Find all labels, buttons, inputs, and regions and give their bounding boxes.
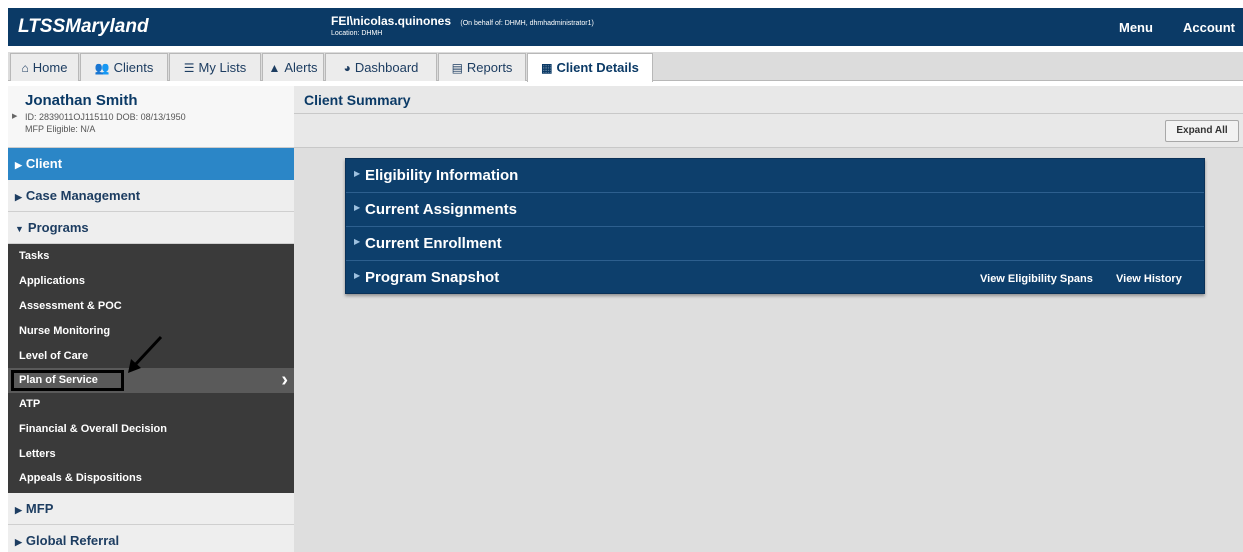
page-title: Client Summary — [304, 92, 411, 108]
on-behalf-text: (On behalf of: DHMH, dhmhadministrator1) — [460, 20, 594, 27]
menu-link[interactable]: Menu — [1119, 20, 1153, 35]
sidebar-section-case-management[interactable]: ▶ Case Management — [8, 180, 294, 212]
client-id-dob: ID: 2839011OJ115110 DOB: 08/13/1950 — [25, 112, 186, 122]
sidebar-item-assessment-poc[interactable]: Assessment & POC — [8, 294, 294, 319]
collapsed-triangle-icon: ▶ — [354, 237, 361, 246]
sidebar-item-atp[interactable]: ATP — [8, 392, 294, 417]
tab-clients[interactable]: 👥 Clients — [80, 53, 168, 81]
sidebar-section-mfp[interactable]: ▶ MFP — [8, 493, 294, 525]
report-icon: ▤ — [451, 61, 463, 75]
tab-reports[interactable]: ▤ Reports — [438, 53, 526, 81]
collapsed-triangle-icon: ▶ — [15, 505, 22, 515]
sidebar-item-applications[interactable]: Applications — [8, 269, 294, 294]
user-bar: FEI\nicolas.quinones (On behalf of: DHMH… — [294, 8, 1243, 46]
top-bar: LTSSMaryland FEI\nicolas.quinones (On be… — [0, 0, 1243, 48]
sidebar-section-client[interactable]: ▶ Client — [8, 148, 294, 180]
main-content: ▶ Eligibility Information ▶ Current Assi… — [294, 148, 1243, 552]
sidebar-section-programs[interactable]: ▼ Programs — [8, 212, 294, 244]
view-eligibility-spans-link[interactable]: View Eligibility Spans — [980, 273, 1093, 285]
client-name: Jonathan Smith — [25, 92, 138, 109]
view-history-link[interactable]: View History — [1116, 273, 1182, 285]
list-icon: ☰ — [183, 61, 195, 75]
sidebar-item-tasks[interactable]: Tasks — [8, 244, 294, 269]
username: FEI\nicolas.quinones — [331, 14, 452, 28]
client-details-icon: ▦ — [541, 61, 553, 75]
panel-row-program-snapshot[interactable]: ▶ Program Snapshot View Eligibility Span… — [346, 261, 1204, 295]
collapsed-triangle-icon: ▶ — [354, 169, 361, 178]
sidebar-item-appeals-dispositions[interactable]: Appeals & Dispositions — [8, 466, 294, 491]
expand-all-button[interactable]: Expand All — [1165, 120, 1239, 142]
tab-alerts[interactable]: ▲ Alerts — [262, 53, 324, 81]
tab-home[interactable]: ⌂ Home — [10, 53, 79, 81]
collapsed-triangle-icon: ▶ — [15, 192, 22, 202]
expanded-triangle-icon: ▼ — [15, 224, 24, 234]
collapsed-triangle-icon: ▶ — [354, 203, 361, 212]
panel-row-eligibility[interactable]: ▶ Eligibility Information — [346, 159, 1204, 193]
summary-toolbar: Expand All — [294, 114, 1243, 148]
sidebar-item-financial-overall-decision[interactable]: Financial & Overall Decision — [8, 417, 294, 442]
collapsed-triangle-icon: ▶ — [15, 160, 22, 170]
tab-bar: ⌂ Home 👥 Clients ☰ My Lists ▲ Alerts ◕ Dashbo… — [8, 52, 1243, 82]
sidebar-item-letters[interactable]: Letters — [8, 442, 294, 467]
brand-logo[interactable]: LTSSMaryland — [8, 8, 294, 46]
sidebar-section-global-referral[interactable]: ▶ Global Referral — [8, 525, 294, 552]
client-expand-icon[interactable]: ▶ — [12, 112, 17, 120]
chevron-right-icon: › — [281, 369, 288, 391]
panel-row-current-assignments[interactable]: ▶ Current Assignments — [346, 193, 1204, 227]
collapsed-triangle-icon: ▶ — [354, 271, 361, 280]
client-mfp-eligible: MFP Eligible: N/A — [25, 124, 96, 134]
summary-panel: ▶ Eligibility Information ▶ Current Assi… — [345, 158, 1205, 294]
location-text: Location: DHMH — [331, 30, 383, 37]
panel-row-current-enrollment[interactable]: ▶ Current Enrollment — [346, 227, 1204, 261]
highlight-box — [11, 370, 124, 391]
dashboard-icon: ◕ — [343, 61, 351, 75]
collapsed-triangle-icon: ▶ — [15, 537, 22, 547]
tab-client-details[interactable]: ▦ Client Details — [527, 53, 653, 82]
annotation-arrow-icon — [128, 335, 163, 373]
warning-icon: ▲ — [268, 61, 281, 75]
client-summary-header: Client Summary — [294, 86, 1243, 114]
tab-dashboard[interactable]: ◕ Dashboard — [325, 53, 437, 81]
tab-my-lists[interactable]: ☰ My Lists — [169, 53, 261, 81]
account-link[interactable]: Account — [1183, 20, 1235, 35]
client-header: Jonathan Smith ▶ ID: 2839011OJ115110 DOB… — [8, 86, 294, 148]
home-icon: ⌂ — [21, 61, 29, 75]
people-icon: 👥 — [94, 61, 110, 75]
